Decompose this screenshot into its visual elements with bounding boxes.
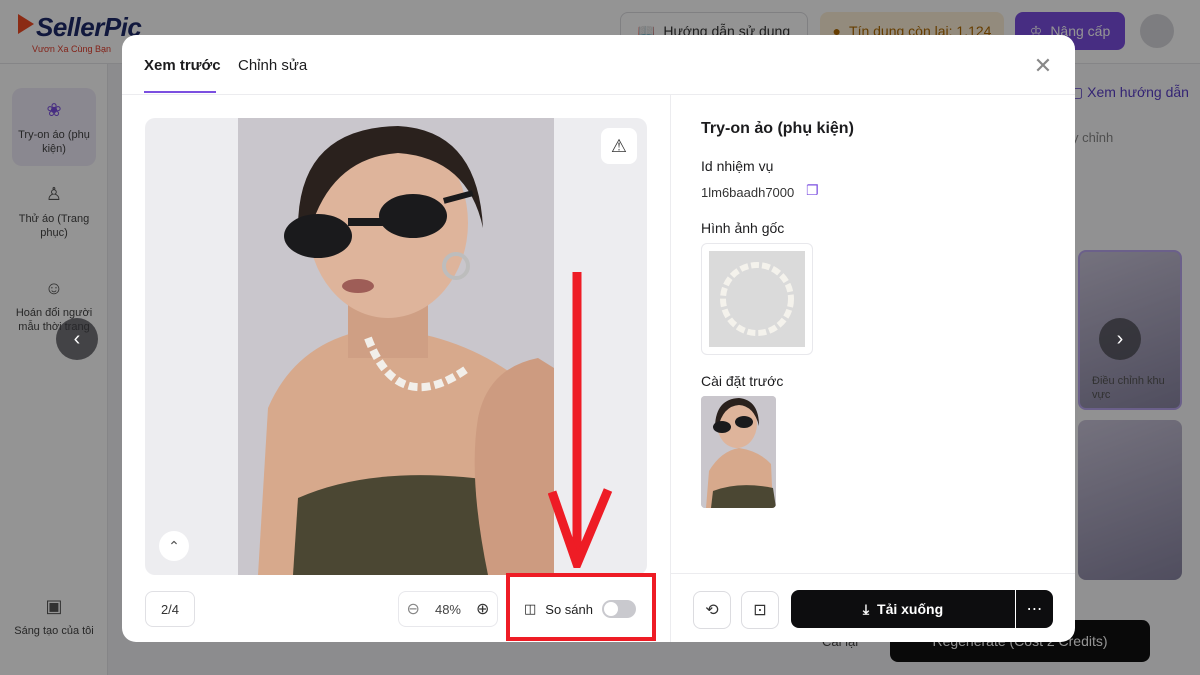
task-id-label: Id nhiệm vụ — [701, 158, 774, 174]
copy-icon[interactable]: ❐ — [806, 182, 819, 199]
annotation-arrow-icon — [548, 272, 613, 568]
warning-icon: ⚠ — [610, 135, 628, 156]
preset-label: Cài đặt trước — [701, 373, 784, 389]
download-button[interactable]: ⤓ Tải xuống — [791, 590, 1015, 628]
image-save-icon: ⊡ — [753, 602, 767, 619]
collapse-thumbnails-button[interactable]: ⌃ — [159, 531, 189, 561]
prev-arrow-button[interactable]: ‹ — [56, 318, 98, 360]
close-button[interactable]: ✕ — [1030, 53, 1056, 79]
footer-divider — [670, 573, 1075, 574]
tab-edit[interactable]: Chỉnh sửa — [238, 57, 307, 74]
zoom-level: 48% — [434, 601, 461, 617]
ellipsis-icon: ⋯ — [1026, 601, 1043, 618]
result-photo[interactable] — [238, 118, 554, 575]
report-button[interactable]: ⚠ — [601, 128, 637, 164]
details-title: Try-on ảo (phụ kiện) — [701, 120, 854, 137]
preset-thumbnail[interactable] — [701, 396, 776, 508]
header-divider — [122, 94, 1075, 95]
page-indicator: 2/4 — [145, 591, 195, 627]
download-label: Tải xuống — [877, 601, 944, 617]
zoom-out-icon[interactable]: ⊖ — [407, 599, 420, 619]
more-options-button[interactable]: ⋯ — [1016, 590, 1053, 628]
task-id-value: 1lm6baadh7000 — [701, 185, 795, 200]
active-tab-indicator — [144, 91, 216, 93]
save-icon-button[interactable]: ⊡ — [741, 591, 779, 629]
zoom-in-icon[interactable]: ⊕ — [476, 599, 489, 619]
chevron-left-icon: ‹ — [73, 327, 81, 350]
original-image-label: Hình ảnh gốc — [701, 220, 785, 236]
next-arrow-button[interactable]: › — [1099, 318, 1141, 360]
annotation-highlight-box — [506, 573, 656, 641]
original-image-thumbnail[interactable] — [701, 243, 813, 355]
chevron-up-icon: ⌃ — [168, 537, 180, 554]
chevron-right-icon: › — [1116, 327, 1124, 350]
regenerate-icon-button[interactable]: ⟲ — [693, 591, 731, 629]
refresh-icon: ⟲ — [705, 602, 719, 619]
close-icon: ✕ — [1033, 53, 1053, 78]
panel-divider — [670, 95, 671, 642]
tab-preview[interactable]: Xem trước — [144, 57, 221, 74]
download-icon: ⤓ — [862, 600, 870, 617]
zoom-controls: ⊖ 48% ⊕ — [398, 591, 498, 627]
